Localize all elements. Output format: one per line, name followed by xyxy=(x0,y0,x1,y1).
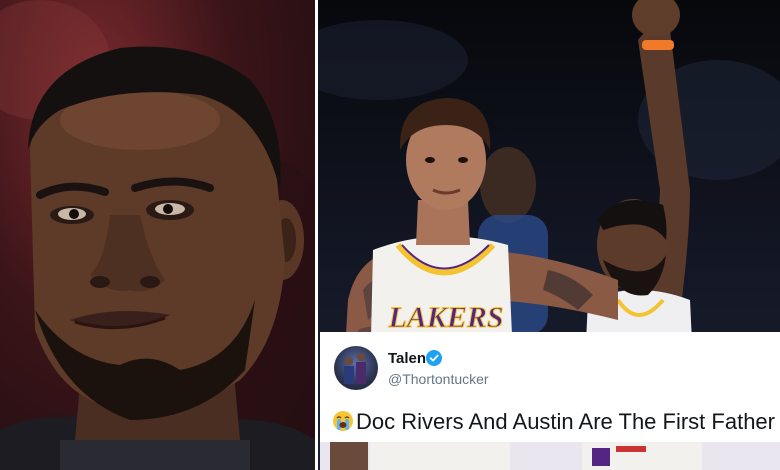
tweet-text-content: Doc Rivers And Austin Are The First Fath… xyxy=(356,409,780,434)
left-photo-panel xyxy=(0,0,315,470)
jersey-lower-image xyxy=(330,442,702,470)
tweet-card[interactable]: Talen @Thortontucker Doc Rivers And Aust… xyxy=(320,332,780,442)
verified-badge-icon xyxy=(426,350,442,366)
jersey-team-text: LAKERS xyxy=(387,301,503,334)
avatar-image xyxy=(344,353,366,384)
tweet-display-name[interactable]: Talen xyxy=(388,350,426,367)
tweet-text: Doc Rivers And Austin Are The First Fath… xyxy=(332,409,780,435)
loudly-crying-face-icon xyxy=(333,411,353,431)
tweet-overflow-strip xyxy=(320,442,780,470)
player-portrait-image xyxy=(0,0,315,470)
tweet-handle[interactable]: @Thortontucker xyxy=(388,371,489,387)
avatar[interactable] xyxy=(334,346,378,390)
